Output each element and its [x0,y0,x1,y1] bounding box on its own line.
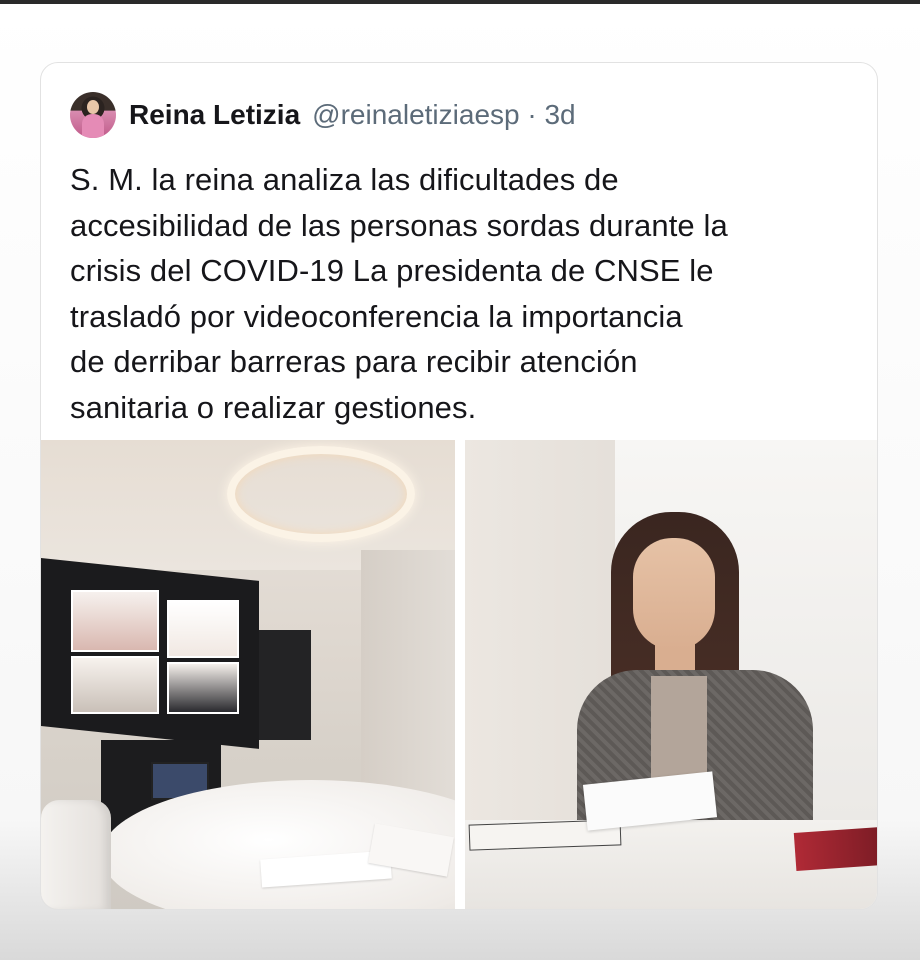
tweet-card[interactable]: Reina Letizia @reinaletiziaesp · 3d S. M… [40,62,878,910]
author-avatar[interactable] [70,92,116,138]
wall-shape [361,550,455,810]
author-display-name[interactable]: Reina Letizia [129,99,300,131]
tweet-text-line: S. M. la reina analiza las dificultades … [70,162,619,197]
red-document-shape [793,827,877,871]
author-handle[interactable]: @reinaletiziaesp [312,99,519,130]
meta-separator: · [527,99,537,130]
tweet-text-line: de derribar barreras para recibir atenci… [70,344,638,379]
avatar-dress-shape [82,114,104,138]
face-shape [633,538,715,650]
tweet-text-line: trasladó por videoconferencia la importa… [70,298,683,334]
tweet-header: Reina Letizia @reinaletiziaesp · 3d [70,90,576,140]
shirt-shape [651,676,707,786]
tweet-text-line: accesibilidad de las personas sordas dur… [70,207,728,243]
video-tile [71,590,159,652]
author-handle-time: @reinaletiziaesp · 3d [312,99,575,131]
tweet-text-line: crisis del COVID-19 La presidenta de CNS… [70,253,714,288]
queen-portrait-photo[interactable] [465,440,877,909]
tweet-body: S. M. la reina analiza las dificultades … [70,157,870,430]
video-tile [71,656,159,714]
top-status-bar [0,0,920,4]
chair-shape [41,800,111,909]
meeting-room-photo[interactable] [41,440,455,909]
video-tile [167,662,239,714]
video-tile [167,600,239,658]
tweet-timestamp[interactable]: 3d [544,99,575,130]
tweet-media-grid [41,440,877,909]
ring-lamp-shape [227,446,415,542]
avatar-face-shape [87,100,99,114]
screen-panel-shape [259,630,311,740]
tweet-text-line: sanitaria o realizar gestiones. [70,389,477,425]
